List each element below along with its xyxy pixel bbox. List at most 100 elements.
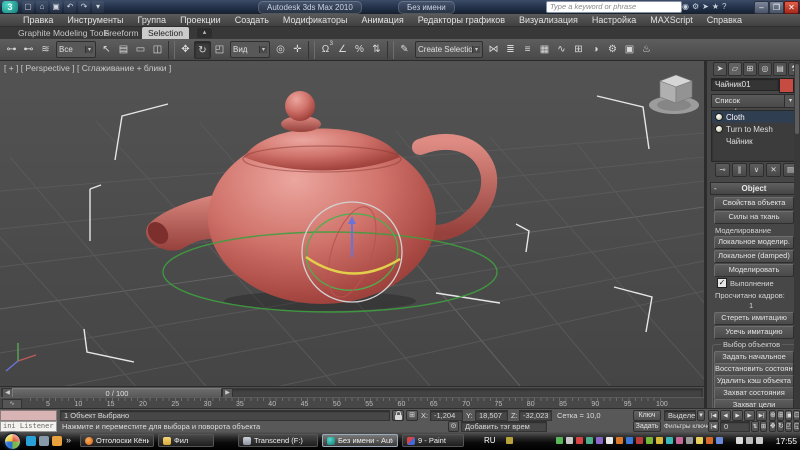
capture-target-button[interactable]: Захват цели xyxy=(714,399,794,408)
pan-icon[interactable]: ✥ xyxy=(769,421,776,432)
maximize-viewport-icon[interactable]: ◱ xyxy=(793,421,800,432)
tab-hierarchy-icon[interactable]: ⊞ xyxy=(743,62,757,76)
render-production-button[interactable]: ♨ xyxy=(638,41,655,59)
tray-icon[interactable] xyxy=(706,437,713,444)
show-end-result-icon[interactable]: ∥ xyxy=(732,163,747,177)
time-configuration-button[interactable]: ⊞ xyxy=(760,421,767,432)
next-frame-button[interactable]: ▶ xyxy=(744,410,755,421)
search-input[interactable]: Type a keyword or phrase xyxy=(546,1,682,13)
subscription-icon[interactable]: ⚙ xyxy=(692,1,699,13)
open-file-icon[interactable]: ⌂ xyxy=(36,1,48,13)
pin-stack-icon[interactable]: ⊸ xyxy=(715,163,730,177)
layer-manager-button[interactable]: ≡ xyxy=(519,41,536,59)
erase-simulation-button[interactable]: Стереть имитацию xyxy=(714,312,794,325)
menu-animation[interactable]: Анимация xyxy=(354,15,410,25)
tray-icon[interactable] xyxy=(596,437,603,444)
select-rotate-button[interactable]: ↻ xyxy=(194,40,211,59)
quicklaunch-chevron-icon[interactable]: » xyxy=(66,435,71,445)
use-pivot-center-button[interactable]: ◎ xyxy=(272,41,289,59)
zoom-extents-icon[interactable]: ▣ xyxy=(785,410,792,421)
ribbon-minimize-button[interactable]: ▴ xyxy=(197,28,212,38)
angle-snap-button[interactable]: ∠ xyxy=(334,41,351,59)
set-keys-button[interactable]: Задать xyxy=(633,421,661,432)
language-indicator[interactable]: RU xyxy=(484,436,496,445)
communication-icon[interactable]: ➤ xyxy=(702,1,709,13)
tray-icon[interactable] xyxy=(636,437,643,444)
task-folder[interactable]: Фил xyxy=(158,434,214,447)
start-button[interactable] xyxy=(4,433,21,450)
bulb-icon[interactable] xyxy=(715,125,723,133)
key-filter-select[interactable]: Выделенные xyxy=(664,410,696,421)
truncate-simulation-button[interactable]: Усечь имитацию xyxy=(714,326,794,339)
modifier-list-select[interactable]: Список модификаторов xyxy=(711,94,787,116)
bulb-icon[interactable] xyxy=(715,113,723,121)
time-tag-icon[interactable]: ⊙ xyxy=(448,421,459,432)
app-logo-icon[interactable]: 3 xyxy=(2,1,18,13)
rendered-frame-button[interactable]: ▣ xyxy=(621,41,638,59)
add-time-tag-field[interactable]: Добавить тэг врем xyxy=(461,421,547,432)
unlink-selection-icon[interactable]: ⊷ xyxy=(20,41,37,59)
z-coordinate-field[interactable]: -32,023 xyxy=(519,410,552,421)
menu-edit[interactable]: Правка xyxy=(16,15,60,25)
tab-create-icon[interactable]: ➤ xyxy=(713,62,727,76)
progress-checkbox[interactable]: ✓ xyxy=(717,278,727,288)
tray-icon[interactable] xyxy=(696,437,703,444)
select-by-name-button[interactable]: ▤ xyxy=(115,41,132,59)
remove-modifier-icon[interactable]: ✕ xyxy=(766,163,781,177)
tray-icon[interactable] xyxy=(566,437,573,444)
simulate-local-button[interactable]: Локальное моделир. xyxy=(714,236,794,249)
help-icon[interactable]: ? xyxy=(722,1,726,13)
tab-motion-icon[interactable]: ◎ xyxy=(758,62,772,76)
tray-icon[interactable] xyxy=(716,437,723,444)
toggle-key-mode-button[interactable]: Ключ xyxy=(633,410,661,421)
field-of-view-icon[interactable]: ◰ xyxy=(785,421,792,432)
percent-snap-button[interactable]: % xyxy=(351,41,368,59)
restore-button[interactable]: ❐ xyxy=(769,1,784,14)
task-paint[interactable]: 9 - Paint xyxy=(402,434,464,447)
bind-to-spacewarp-icon[interactable]: ≋ xyxy=(37,41,54,59)
stack-item-teapot[interactable]: Чайник xyxy=(712,135,796,147)
mirror-button[interactable]: ⋈ xyxy=(485,41,502,59)
new-file-icon[interactable]: ▢ xyxy=(22,1,34,13)
tray-icon[interactable] xyxy=(616,437,623,444)
tray-icon[interactable] xyxy=(626,437,633,444)
select-move-button[interactable]: ✥ xyxy=(177,41,194,59)
edit-named-selections-button[interactable]: ✎ xyxy=(396,41,413,59)
y-coordinate-field[interactable]: 18,507 xyxy=(475,410,508,421)
task-browser[interactable]: Отголоски Кёнигсб... xyxy=(80,434,154,447)
object-color-swatch[interactable] xyxy=(779,78,794,93)
search-icon[interactable]: ◉ xyxy=(682,1,689,13)
quicklaunch-icon[interactable] xyxy=(39,436,49,446)
schematic-view-button[interactable]: ⊞ xyxy=(570,41,587,59)
window-crossing-button[interactable]: ◫ xyxy=(149,41,166,59)
redo-icon[interactable]: ↷ xyxy=(78,1,90,13)
viewcube[interactable] xyxy=(649,74,699,114)
curve-editor-button[interactable]: ∿ xyxy=(553,41,570,59)
qat-dropdown-icon[interactable]: ▾ xyxy=(92,1,104,13)
go-to-end-button[interactable]: ▶| xyxy=(756,410,767,421)
stack-item-turn-to-mesh[interactable]: Turn to Mesh xyxy=(712,123,796,135)
menu-group[interactable]: Группа xyxy=(131,15,174,25)
key-filters-button[interactable]: Фильтры ключей xyxy=(664,421,714,432)
tab-display-icon[interactable]: ▤ xyxy=(773,62,787,76)
graphite-ribbon-toggle-button[interactable]: ▦ xyxy=(536,41,553,59)
select-and-link-icon[interactable]: ⊶ xyxy=(3,41,20,59)
object-properties-button[interactable]: Свойства объекта xyxy=(714,197,794,210)
tray-icon[interactable] xyxy=(576,437,583,444)
favorites-icon[interactable]: ★ xyxy=(712,1,719,13)
menu-modifiers[interactable]: Модификаторы xyxy=(276,15,355,25)
macro-recorder-pane[interactable] xyxy=(0,410,57,421)
viewport-label[interactable]: [ + ] [ Perspective ] [ Сглаживание + бл… xyxy=(4,63,171,73)
chevron-down-icon[interactable]: ▾ xyxy=(697,410,705,421)
menu-customize[interactable]: Настройка xyxy=(585,15,643,25)
zoom-icon[interactable]: ⊕ xyxy=(769,410,776,421)
spinner-snap-button[interactable]: ⇅ xyxy=(368,41,385,59)
current-frame-field[interactable]: 0 xyxy=(720,421,750,432)
menu-maxscript[interactable]: MAXScript xyxy=(643,15,700,25)
panel-scrollbar[interactable] xyxy=(794,61,800,408)
cloth-forces-button[interactable]: Силы на ткань xyxy=(714,211,794,224)
named-selection-select[interactable]: Create Selection S ▾ xyxy=(415,41,483,58)
minimize-button[interactable]: – xyxy=(754,1,769,14)
undo-icon[interactable]: ↶ xyxy=(64,1,76,13)
go-to-start-button[interactable]: |◀ xyxy=(708,410,719,421)
